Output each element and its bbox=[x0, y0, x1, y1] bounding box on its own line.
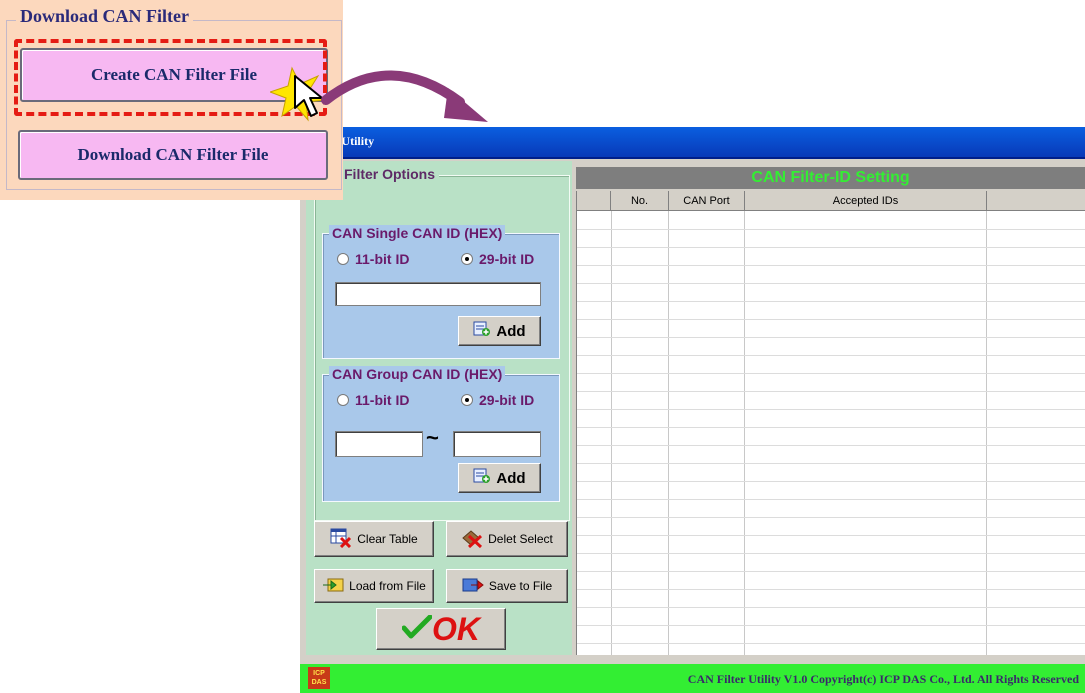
title-bar[interactable]: Filter Utility bbox=[300, 127, 1085, 159]
group-11bit-label: 11-bit ID bbox=[355, 392, 410, 408]
delete-select-label: Delet Select bbox=[488, 532, 553, 546]
single-id-input[interactable] bbox=[335, 282, 541, 306]
delete-select-button[interactable]: Delet Select bbox=[446, 521, 568, 557]
column-header-accepted-ids[interactable]: Accepted IDs bbox=[745, 191, 987, 211]
save-file-button[interactable]: Save to File bbox=[446, 569, 568, 603]
table-row bbox=[577, 337, 1085, 338]
group-id-group-title: CAN Group CAN ID (HEX) bbox=[329, 366, 506, 382]
add-record-icon bbox=[473, 468, 491, 488]
single-29bit-label: 29-bit ID bbox=[479, 251, 535, 267]
single-add-label: Add bbox=[496, 322, 526, 340]
group-end-id-input[interactable] bbox=[453, 431, 541, 457]
curved-arrow-icon bbox=[321, 70, 488, 122]
clear-table-label: Clear Table bbox=[357, 532, 418, 546]
delete-select-icon bbox=[461, 528, 483, 551]
table-row bbox=[577, 409, 1085, 410]
table-row bbox=[577, 481, 1085, 482]
single-add-button[interactable]: Add bbox=[458, 316, 541, 346]
table-row bbox=[577, 355, 1085, 356]
radio-unchecked-icon bbox=[337, 253, 349, 265]
range-separator: ~ bbox=[426, 425, 439, 450]
download-can-filter-title: Download CAN Filter bbox=[16, 6, 193, 27]
table-row bbox=[577, 301, 1085, 302]
clear-table-icon bbox=[330, 528, 352, 551]
radio-checked-icon bbox=[461, 253, 473, 265]
table-row bbox=[577, 553, 1085, 554]
download-filter-file-button[interactable]: Download CAN Filter File bbox=[18, 130, 328, 180]
table-row bbox=[577, 499, 1085, 500]
table-row bbox=[577, 517, 1085, 518]
status-bar: ICP DAS CAN Filter Utility V1.0 Copyrigh… bbox=[300, 664, 1085, 693]
single-29bit-radio[interactable]: 29-bit ID bbox=[461, 251, 534, 267]
table-row bbox=[577, 391, 1085, 392]
filter-utility-window: Filter Utility N Filter Options CAN Sing… bbox=[300, 127, 1085, 693]
load-file-icon bbox=[322, 577, 344, 596]
table-row bbox=[577, 319, 1085, 320]
table-row bbox=[577, 589, 1085, 590]
group-start-id-input[interactable] bbox=[335, 431, 423, 457]
filter-id-table[interactable]: No. CAN Port Accepted IDs bbox=[576, 191, 1085, 655]
group-11bit-radio[interactable]: 11-bit ID bbox=[337, 392, 409, 408]
group-add-button[interactable]: Add bbox=[458, 463, 541, 493]
status-text: CAN Filter Utility V1.0 Copyright(c) ICP… bbox=[687, 672, 1079, 686]
table-row bbox=[577, 283, 1085, 284]
group-29bit-radio[interactable]: 29-bit ID bbox=[461, 392, 534, 408]
group-add-label: Add bbox=[496, 469, 526, 487]
column-header-can-port[interactable]: CAN Port bbox=[669, 191, 745, 211]
table-row bbox=[577, 535, 1085, 536]
column-header-extra[interactable] bbox=[987, 191, 1085, 211]
load-file-label: Load from File bbox=[349, 579, 426, 593]
table-row bbox=[577, 229, 1085, 230]
save-file-icon bbox=[462, 577, 484, 596]
single-11bit-label: 11-bit ID bbox=[355, 251, 410, 267]
table-row bbox=[577, 463, 1085, 464]
group-id-group: CAN Group CAN ID (HEX) 11-bit ID 29-bit … bbox=[322, 366, 560, 502]
column-header-select[interactable] bbox=[577, 191, 611, 211]
add-record-icon bbox=[473, 321, 491, 341]
radio-checked-icon bbox=[461, 394, 473, 406]
table-row bbox=[577, 373, 1085, 374]
ok-label: OK bbox=[432, 610, 480, 647]
radio-unchecked-icon bbox=[337, 394, 349, 406]
group-29bit-label: 29-bit ID bbox=[479, 392, 535, 408]
load-file-button[interactable]: Load from File bbox=[314, 569, 434, 603]
icpdas-logo-icon: ICP DAS bbox=[308, 667, 330, 689]
download-filter-file-label: Download CAN Filter File bbox=[77, 145, 269, 164]
check-mark-icon bbox=[401, 614, 433, 644]
column-header-no[interactable]: No. bbox=[611, 191, 669, 211]
save-file-label: Save to File bbox=[488, 579, 553, 593]
filter-options-panel: N Filter Options CAN Single CAN ID (HEX)… bbox=[306, 161, 572, 655]
table-row bbox=[577, 247, 1085, 248]
ok-button[interactable]: OK bbox=[376, 608, 506, 650]
table-row bbox=[577, 265, 1085, 266]
single-id-group: CAN Single CAN ID (HEX) 11-bit ID 29-bit… bbox=[322, 225, 560, 359]
table-row bbox=[577, 643, 1085, 644]
clear-table-button[interactable]: Clear Table bbox=[314, 521, 434, 557]
table-row bbox=[577, 607, 1085, 608]
filter-id-table-title: CAN Filter-ID Setting bbox=[576, 167, 1085, 189]
table-row bbox=[577, 427, 1085, 428]
table-row bbox=[577, 445, 1085, 446]
single-11bit-radio[interactable]: 11-bit ID bbox=[337, 251, 409, 267]
table-row bbox=[577, 625, 1085, 626]
single-id-group-title: CAN Single CAN ID (HEX) bbox=[329, 225, 506, 241]
table-row bbox=[577, 571, 1085, 572]
